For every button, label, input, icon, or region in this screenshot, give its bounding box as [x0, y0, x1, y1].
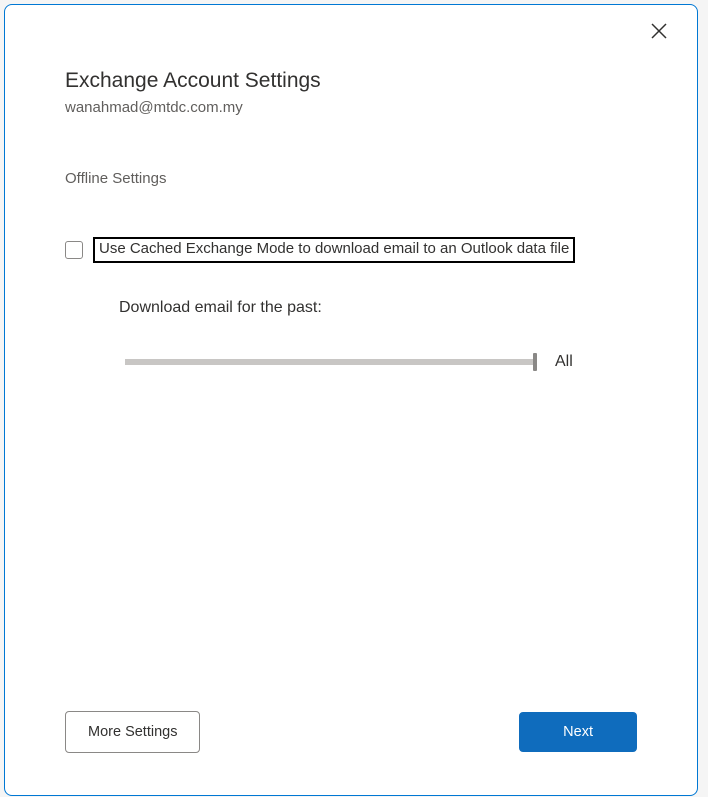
cached-mode-checkbox[interactable] — [65, 241, 83, 259]
download-slider[interactable] — [125, 359, 535, 365]
slider-value-label: All — [555, 353, 573, 371]
offline-settings-label: Offline Settings — [65, 170, 637, 187]
account-email: wanahmad@mtdc.com.my — [65, 99, 637, 116]
cached-mode-row: Use Cached Exchange Mode to download ema… — [65, 237, 637, 263]
download-past-label: Download email for the past: — [119, 299, 637, 317]
dialog-content: Exchange Account Settings wanahmad@mtdc.… — [5, 5, 697, 795]
slider-thumb[interactable] — [533, 353, 537, 371]
more-settings-button[interactable]: More Settings — [65, 711, 200, 753]
dialog-title: Exchange Account Settings — [65, 69, 637, 93]
cached-mode-label: Use Cached Exchange Mode to download ema… — [99, 240, 569, 257]
download-slider-row: All — [125, 353, 637, 371]
cached-mode-label-focus: Use Cached Exchange Mode to download ema… — [93, 237, 575, 263]
next-button[interactable]: Next — [519, 712, 637, 752]
dialog-footer: More Settings Next — [65, 711, 637, 753]
exchange-settings-dialog: Exchange Account Settings wanahmad@mtdc.… — [4, 4, 698, 796]
